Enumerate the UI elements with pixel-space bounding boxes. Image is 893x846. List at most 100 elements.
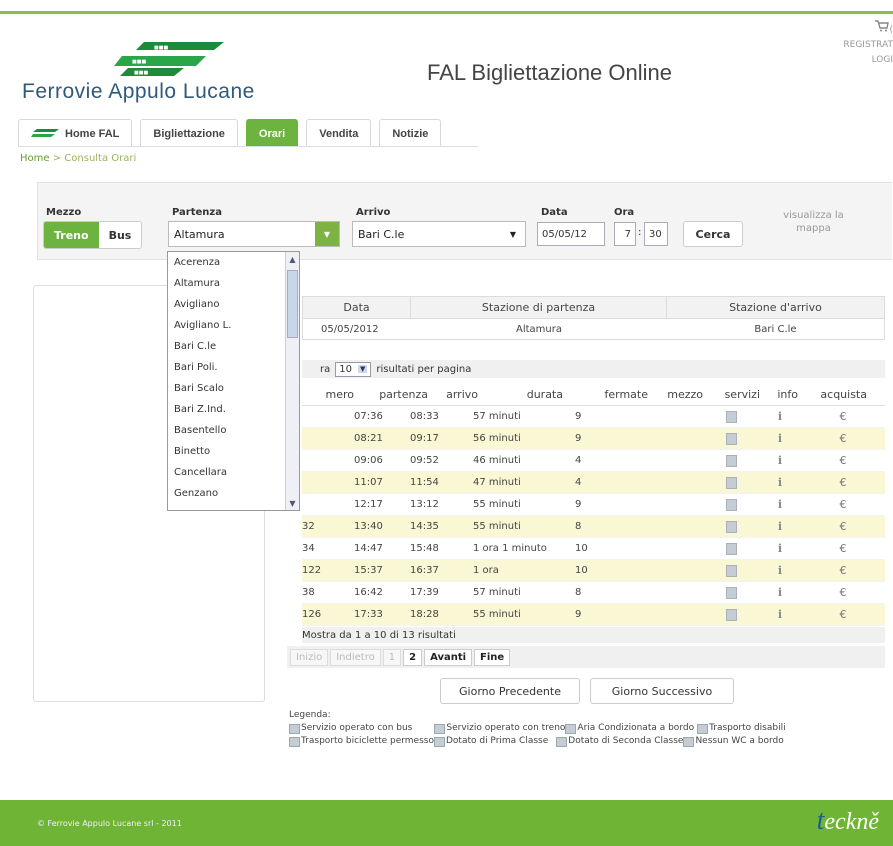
air-conditioning-icon xyxy=(726,520,737,533)
tab-vendita[interactable]: Vendita xyxy=(306,119,372,147)
dropdown-option[interactable]: Cancellara xyxy=(168,462,299,483)
no-wc-icon xyxy=(683,736,695,747)
pager-indietro[interactable]: Indietro xyxy=(330,648,381,666)
euro-buy-icon[interactable]: € xyxy=(840,520,847,533)
info-icon[interactable]: i xyxy=(778,608,782,621)
next-day-button[interactable]: Giorno Successivo xyxy=(590,678,734,704)
row-mezzo xyxy=(649,560,704,581)
col-durata[interactable]: durata xyxy=(484,384,569,405)
date-input[interactable]: 05/05/12 xyxy=(537,222,605,246)
col-partenza[interactable]: partenza xyxy=(360,384,434,405)
dropdown-option[interactable]: Avigliano L. xyxy=(168,315,299,336)
cart-label[interactable]: ( xyxy=(889,25,893,35)
col-acquista[interactable]: acquista xyxy=(804,384,873,405)
col-numero[interactable]: mero xyxy=(302,384,360,405)
euro-buy-icon[interactable]: € xyxy=(840,454,847,467)
dropdown-option[interactable]: Bari Poli. xyxy=(168,357,299,378)
info-icon[interactable]: i xyxy=(778,476,782,489)
breadcrumb-home[interactable]: Home xyxy=(20,153,50,164)
col-arrivo[interactable]: arrivo xyxy=(434,384,484,405)
dropdown-option[interactable]: Bari Z.Ind. xyxy=(168,399,299,420)
info-icon[interactable]: i xyxy=(778,432,782,445)
row-mezzo xyxy=(649,428,704,449)
dropdown-option[interactable]: Genzano xyxy=(168,483,299,504)
air-conditioning-icon xyxy=(726,410,737,423)
euro-buy-icon[interactable]: € xyxy=(840,608,847,621)
per-page-select[interactable]: 10 ▼ xyxy=(335,361,372,377)
teckne-logo[interactable]: teckně xyxy=(817,805,879,837)
euro-buy-icon[interactable]: € xyxy=(840,586,847,599)
euro-buy-icon[interactable]: € xyxy=(840,476,847,489)
cart-icon[interactable] xyxy=(875,20,890,38)
dropdown-option[interactable]: Avigliano xyxy=(168,294,299,315)
tab-home-fal[interactable]: Home FAL xyxy=(18,119,133,147)
pager-fine[interactable]: Fine xyxy=(474,648,511,666)
dropdown-option[interactable]: Bari Scalo xyxy=(168,378,299,399)
info-icon[interactable]: i xyxy=(778,586,782,599)
euro-buy-icon[interactable]: € xyxy=(840,410,847,423)
col-servizi[interactable]: servizi xyxy=(709,384,766,405)
dropdown-option[interactable]: Acerenza xyxy=(168,252,299,273)
legend: Legenda: Servizio operato con bus Serviz… xyxy=(289,709,889,748)
tab-bigliettazione[interactable]: Bigliettazione xyxy=(140,119,238,147)
euro-buy-icon[interactable]: € xyxy=(840,432,847,445)
dropdown-option[interactable]: Altamura xyxy=(168,273,299,294)
login-link[interactable]: LOGI xyxy=(823,53,893,68)
scroll-up-icon[interactable]: ▲ xyxy=(286,252,299,266)
table-row: 34 14:47 15:48 1 ora 1 minuto 10 i € xyxy=(302,538,885,560)
row-numero xyxy=(302,450,354,471)
pager-avanti[interactable]: Avanti xyxy=(424,648,473,666)
col-fermate[interactable]: fermate xyxy=(569,384,654,405)
row-partenza: 13:40 xyxy=(354,521,383,532)
map-link[interactable]: visualizza la mappa xyxy=(776,209,851,235)
info-icon[interactable]: i xyxy=(778,498,782,511)
scroll-down-icon[interactable]: ▼ xyxy=(286,496,299,510)
scrollbar-thumb[interactable] xyxy=(287,270,298,338)
euro-buy-icon[interactable]: € xyxy=(840,564,847,577)
dropdown-scrollbar[interactable]: ▲ ▼ xyxy=(285,252,299,510)
row-servizi xyxy=(704,450,759,471)
row-info: i xyxy=(759,582,801,603)
dropdown-option[interactable]: Basentello xyxy=(168,420,299,441)
partenza-select[interactable]: Altamura ▼ xyxy=(168,221,340,247)
row-arrivo: 08:33 xyxy=(410,411,439,422)
info-icon[interactable]: i xyxy=(778,542,782,555)
mezzo-treno-option[interactable]: Treno xyxy=(44,222,99,248)
dropdown-option[interactable]: Bari C.le xyxy=(168,336,299,357)
euro-buy-icon[interactable]: € xyxy=(840,498,847,511)
register-link[interactable]: REGISTRAT xyxy=(823,38,893,53)
info-icon[interactable]: i xyxy=(778,410,782,423)
info-icon[interactable]: i xyxy=(778,564,782,577)
tab-notizie[interactable]: Notizie xyxy=(379,119,442,147)
row-mezzo xyxy=(649,494,704,515)
cerca-button[interactable]: Cerca xyxy=(683,221,743,247)
row-numero xyxy=(302,428,354,449)
info-icon[interactable]: i xyxy=(778,454,782,467)
tab-orari[interactable]: Orari xyxy=(245,119,299,147)
pager-page-1[interactable]: 1 xyxy=(382,648,402,666)
row-mezzo xyxy=(649,604,704,625)
pager-inizio[interactable]: Inizio xyxy=(290,648,329,666)
ora-label: Ora xyxy=(614,207,635,218)
teckne-logo-rest: eckně xyxy=(824,809,879,835)
row-arrivo: 18:28 xyxy=(410,609,439,620)
col-mezzo[interactable]: mezzo xyxy=(654,384,709,405)
chevron-down-icon[interactable]: ▼ xyxy=(315,222,339,246)
euro-buy-icon[interactable]: € xyxy=(840,542,847,555)
row-servizi xyxy=(704,406,759,427)
arrivo-select[interactable]: Bari C.le ▼ xyxy=(352,221,526,247)
mezzo-bus-option[interactable]: Bus xyxy=(98,222,142,248)
dropdown-option[interactable]: Binetto xyxy=(168,441,299,462)
info-icon[interactable]: i xyxy=(778,520,782,533)
hour-input[interactable]: 7 xyxy=(614,222,636,246)
chevron-down-icon[interactable]: ▼ xyxy=(501,222,525,246)
minute-input[interactable]: 30 xyxy=(644,222,668,246)
prev-day-button[interactable]: Giorno Precedente xyxy=(440,678,580,704)
results-status-text: Mostra da 1 a 10 di 13 risultati xyxy=(302,629,456,641)
fal-logo[interactable]: ■■■ ■■■ ■■■ Ferrovie Appulo Lucane xyxy=(22,38,292,108)
row-durata: 46 minuti xyxy=(473,455,521,466)
second-class-icon xyxy=(556,736,568,747)
pager-page-2[interactable]: 2 xyxy=(403,648,423,666)
fal-logo-mark-icon: ■■■ ■■■ ■■■ xyxy=(114,42,224,76)
col-info[interactable]: info xyxy=(766,384,804,405)
